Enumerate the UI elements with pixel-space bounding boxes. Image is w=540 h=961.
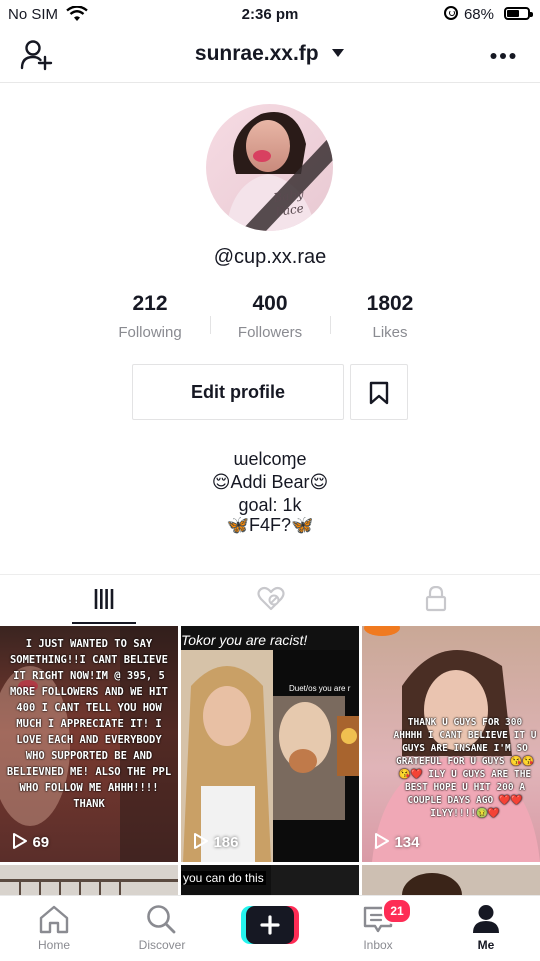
following-count[interactable]: 212 <box>90 292 210 316</box>
view-count-label: 69 <box>32 834 50 851</box>
battery-percent: 68% <box>463 6 494 23</box>
view-count: 69 <box>12 832 49 852</box>
bio-line: ɯelcoɱe <box>233 449 307 469</box>
search-icon <box>147 905 176 934</box>
caret-down-icon <box>332 49 345 57</box>
status-bar: No SIM 2:36 pm 68% <box>0 0 540 30</box>
video-thumbnail[interactable]: you can do this <box>181 865 359 895</box>
nav-me-label: Me <box>477 938 495 952</box>
following-label[interactable]: Following <box>90 324 210 341</box>
profile-header: sunrae.xx.fp <box>0 30 540 83</box>
orientation-lock-icon <box>444 6 458 20</box>
nav-inbox-label: Inbox <box>363 938 393 952</box>
status-time: 2:36 pm <box>241 6 299 23</box>
view-count: 186 <box>193 832 238 852</box>
avatar[interactable]: Baby Face <box>206 104 333 231</box>
video-preview-image <box>402 873 462 895</box>
likes-label: Likes <box>372 324 408 341</box>
view-count-label: 134 <box>394 834 420 851</box>
video-preview-image <box>271 865 359 895</box>
view-count-label: 186 <box>213 834 239 851</box>
active-tab-indicator <box>72 622 136 624</box>
followers-label[interactable]: Followers <box>210 324 330 341</box>
bio-line: 🦋F4F?🦋 <box>226 515 314 535</box>
video-preview-image <box>0 879 178 895</box>
account-switcher[interactable]: sunrae.xx.fp <box>0 42 540 66</box>
battery-icon <box>504 7 533 20</box>
bookmark-icon <box>369 381 389 405</box>
duet-label: Duet/os you are r <box>289 684 351 693</box>
private-videos-lock-icon[interactable] <box>425 586 447 612</box>
videos-grid-icon[interactable] <box>94 588 114 610</box>
video-caption: you can do this <box>181 871 266 885</box>
view-count: 134 <box>374 832 419 852</box>
nav-home-label: Home <box>37 938 70 952</box>
followers-count[interactable]: 400 <box>210 292 330 316</box>
video-thumbnail[interactable] <box>362 865 540 895</box>
video-overlay-text: I JUST WANTED TO SAY SOMETHING!!I CANT B… <box>6 638 172 810</box>
profile-icon <box>473 905 499 933</box>
video-thumbnail[interactable]: Tokor you are racist! Duet/os you are r … <box>181 626 359 862</box>
profile-username: @cup.xx.rae <box>213 246 327 268</box>
favorites-button[interactable] <box>350 364 408 420</box>
video-thumbnail[interactable]: THANK U GUYS FOR 300 AHHHH I CANT BELIEV… <box>362 626 540 862</box>
liked-videos-icon[interactable] <box>257 586 285 612</box>
play-icon <box>13 833 27 849</box>
more-options-icon[interactable] <box>490 52 516 60</box>
nav-discover-label: Discover <box>138 938 186 952</box>
video-caption: Tokor you are racist! <box>181 632 308 648</box>
video-overlay-text: THANK U GUYS FOR 300 AHHHH I CANT BELIEV… <box>393 717 537 819</box>
nav-discover[interactable]: Discover <box>122 900 202 956</box>
video-thumbnail[interactable] <box>0 865 178 895</box>
nav-inbox[interactable]: 21 Inbox <box>338 898 418 956</box>
account-name: sunrae.xx.fp <box>194 42 319 65</box>
video-preview-image <box>181 650 359 862</box>
create-video-button[interactable] <box>241 906 299 944</box>
inbox-badge: 21 <box>382 898 412 924</box>
nav-home[interactable]: Home <box>14 900 94 956</box>
video-thumbnail[interactable]: I JUST WANTED TO SAY SOMETHING!!I CANT B… <box>0 626 178 862</box>
bio-line: 😌Addi Bear😌 <box>211 472 329 492</box>
home-icon <box>39 905 69 934</box>
play-icon <box>375 833 389 849</box>
nav-me[interactable]: Me <box>446 900 526 956</box>
play-icon <box>194 833 208 849</box>
likes-count: 1802 <box>366 292 414 315</box>
edit-profile-button[interactable]: Edit profile <box>132 364 344 420</box>
plus-icon <box>260 915 280 935</box>
